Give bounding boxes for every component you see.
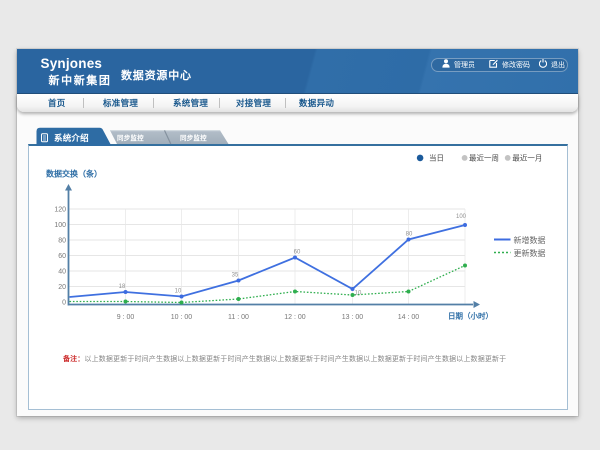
svg-text:14 : 00: 14 : 00 (398, 314, 420, 321)
svg-text:80: 80 (58, 238, 66, 245)
svg-text:0: 0 (62, 300, 66, 307)
svg-text:18: 18 (119, 284, 126, 290)
svg-text:100: 100 (54, 222, 66, 229)
svg-text:12 : 00: 12 : 00 (284, 314, 306, 321)
svg-text:9 : 00: 9 : 00 (117, 314, 135, 321)
svg-text:最近一周: 最近一周 (469, 153, 499, 163)
svg-text:10: 10 (175, 289, 182, 295)
svg-text:40: 40 (58, 269, 66, 276)
svg-text:更新数据: 更新数据 (514, 248, 546, 258)
svg-text:60: 60 (294, 250, 301, 256)
svg-text:80: 80 (406, 232, 413, 238)
svg-text:60: 60 (58, 253, 66, 260)
svg-text:13 : 00: 13 : 00 (342, 314, 364, 321)
svg-text:最近一月: 最近一月 (512, 153, 542, 163)
svg-text:100: 100 (456, 214, 467, 220)
svg-text:当日: 当日 (429, 153, 444, 163)
svg-text:120: 120 (54, 207, 66, 214)
svg-text:35: 35 (232, 273, 239, 279)
svg-text:20: 20 (58, 284, 66, 291)
svg-text:新增数据: 新增数据 (514, 235, 546, 245)
svg-text:10 : 00: 10 : 00 (171, 314, 193, 321)
svg-text:10: 10 (355, 291, 362, 297)
svg-text:数据交换（条）: 数据交换（条） (46, 169, 102, 179)
svg-text:日期（小时）: 日期（小时） (448, 311, 493, 321)
svg-text:11 : 00: 11 : 00 (228, 314, 249, 321)
